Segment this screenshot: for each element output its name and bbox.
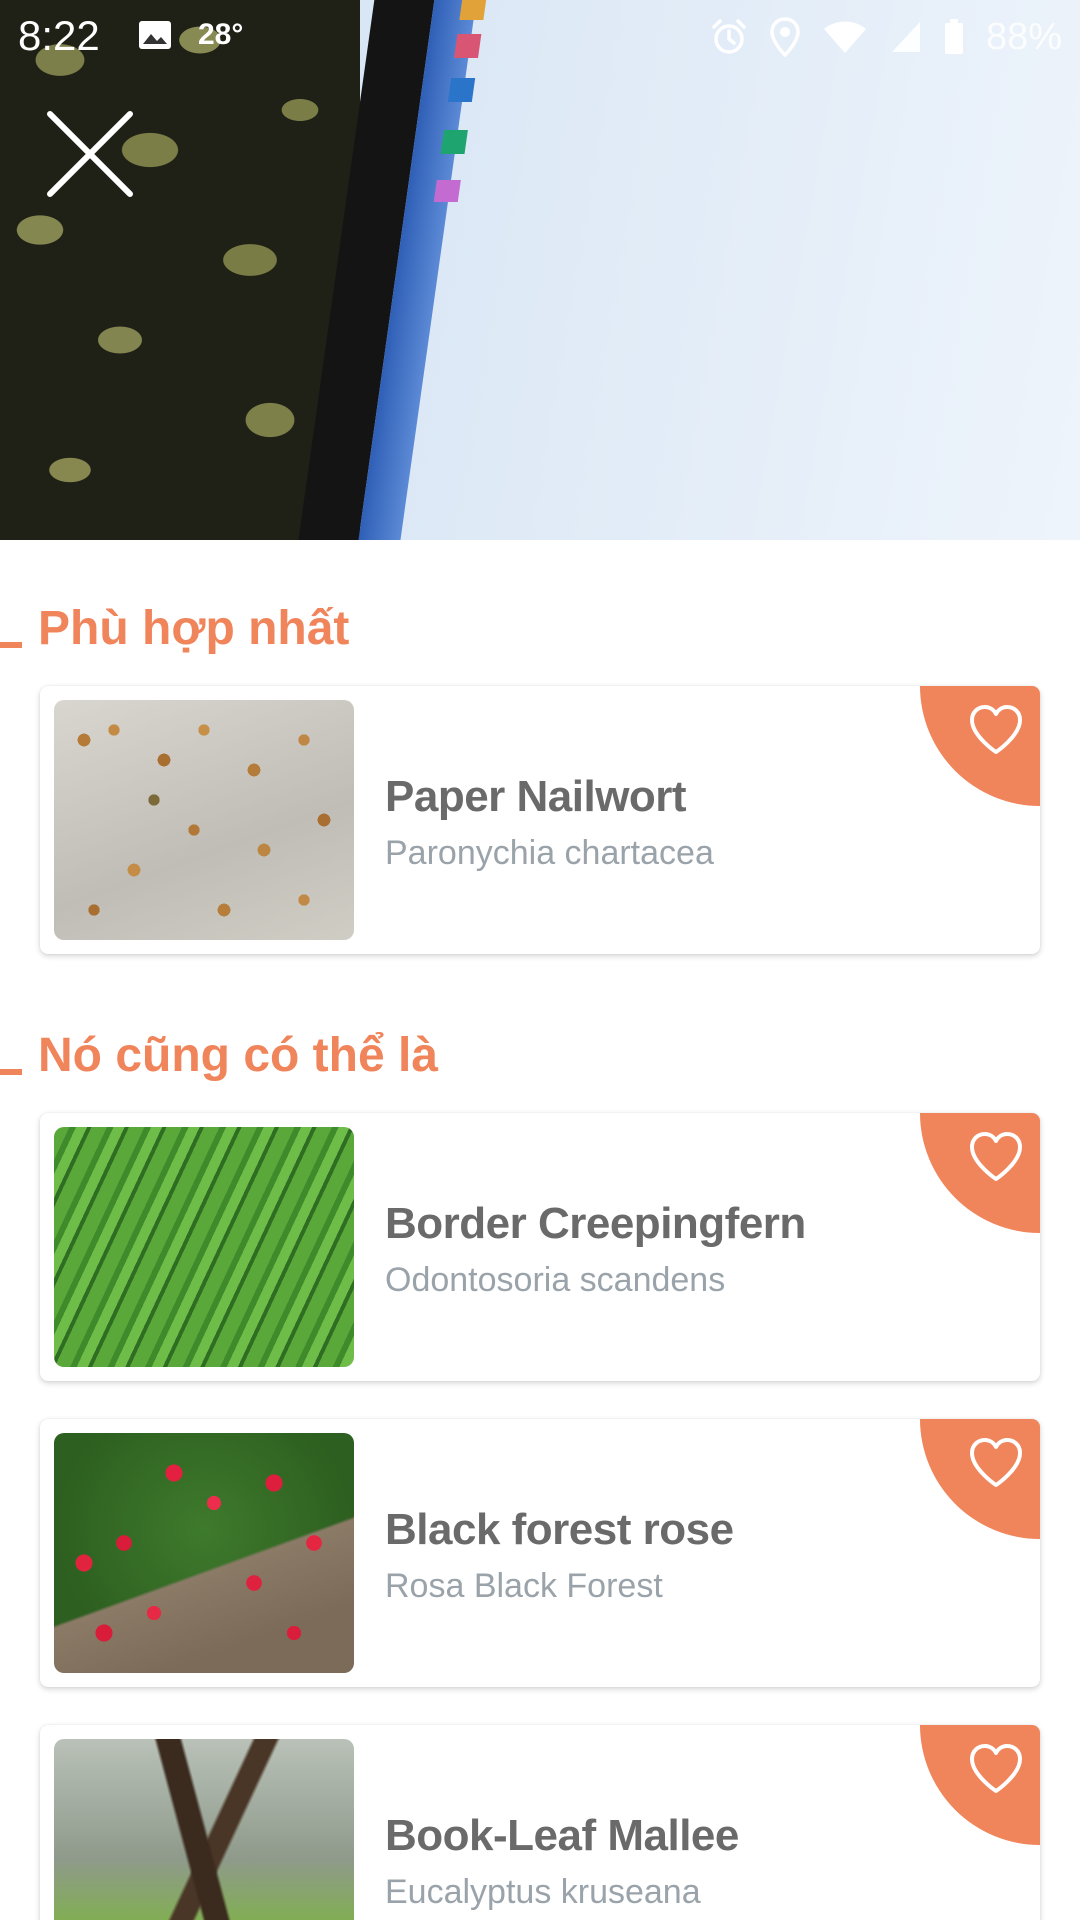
section-dash [0, 1069, 22, 1075]
section-title-best-match: Phù hợp nhất [38, 601, 350, 655]
plant-name: Book-Leaf Mallee [385, 1811, 739, 1860]
status-icons: 88% [710, 14, 1062, 60]
signal-icon [891, 22, 920, 52]
favorite-button[interactable] [920, 1113, 1040, 1233]
close-icon [47, 111, 133, 197]
favorite-button[interactable] [920, 1725, 1040, 1845]
plant-scientific-name: Rosa Black Forest [385, 1567, 663, 1605]
heart-icon [970, 1438, 1022, 1487]
favorite-button[interactable] [920, 686, 1040, 806]
plant-thumbnail [54, 1433, 354, 1673]
plant-thumbnail [54, 1739, 354, 1920]
gallery-icon [139, 21, 171, 49]
battery-icon [944, 19, 963, 54]
plant-thumbnail [54, 1127, 354, 1367]
heart-icon [970, 705, 1022, 754]
plant-scientific-name: Eucalyptus kruseana [385, 1873, 701, 1911]
heart-icon [970, 1132, 1022, 1181]
plant-thumbnail [54, 700, 354, 940]
plant-card-border-creepingfern[interactable]: Border Creepingfern Odontosoria scandens [40, 1113, 1040, 1381]
plant-card-paper-nailwort[interactable]: Paper Nailwort Paronychia chartacea [40, 686, 1040, 954]
plant-scientific-name: Paronychia chartacea [385, 834, 714, 872]
photo-pattern [0, 0, 360, 540]
screen: 8:22 28° 88% Phù hợp nhất Paper Nailwort… [0, 0, 1080, 1920]
plant-card-book-leaf-mallee[interactable]: Book-Leaf Mallee Eucalyptus kruseana [40, 1725, 1040, 1920]
section-dash [0, 642, 22, 648]
plant-name: Border Creepingfern [385, 1199, 806, 1248]
plant-scientific-name: Odontosoria scandens [385, 1261, 726, 1299]
section-best-match: Phù hợp nhất [0, 598, 349, 658]
section-title-alternatives: Nó cũng có thể là [38, 1028, 439, 1082]
plant-name: Black forest rose [385, 1505, 734, 1554]
close-button[interactable] [44, 108, 136, 200]
status-temperature: 28° [198, 18, 244, 51]
battery-percent: 88% [985, 15, 1062, 58]
plant-card-black-forest-rose[interactable]: Black forest rose Rosa Black Forest [40, 1419, 1040, 1687]
alarm-icon [712, 19, 746, 54]
section-alternatives: Nó cũng có thể là [0, 1025, 438, 1085]
location-icon [770, 17, 800, 57]
plant-name: Paper Nailwort [385, 772, 687, 821]
status-bar: 8:22 28° 88% [0, 0, 1080, 72]
heart-icon [970, 1744, 1022, 1793]
captured-photo [0, 0, 1080, 540]
wifi-icon [823, 21, 866, 53]
favorite-button[interactable] [920, 1419, 1040, 1539]
status-time: 8:22 [18, 12, 100, 59]
